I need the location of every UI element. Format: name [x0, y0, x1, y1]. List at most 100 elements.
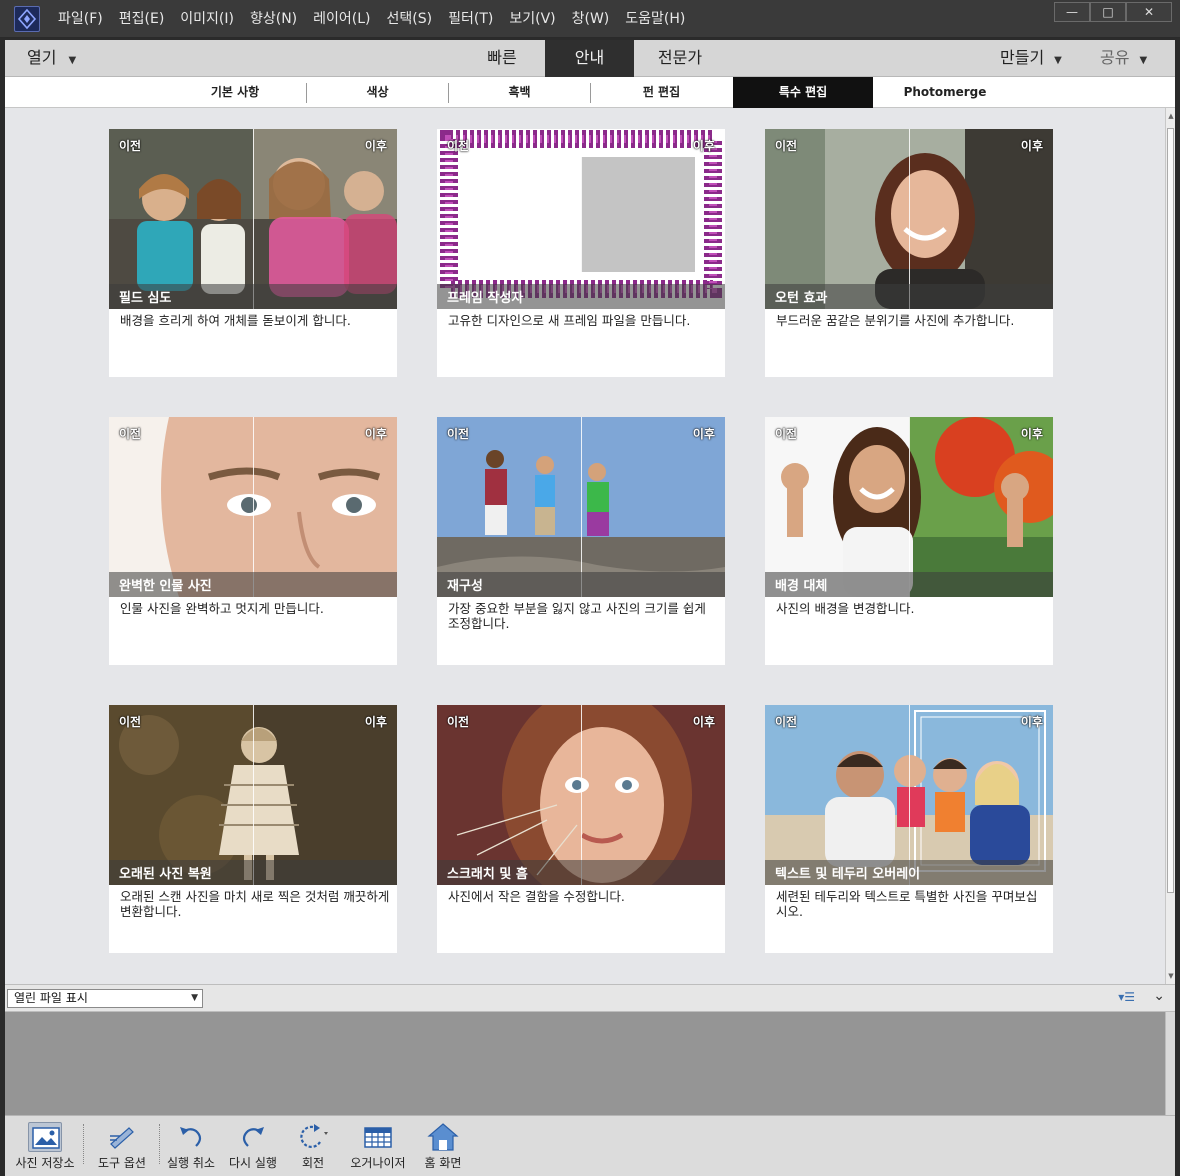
- photo-bin-area[interactable]: [5, 1012, 1165, 1115]
- scroll-up-icon[interactable]: ▲: [1166, 112, 1176, 120]
- minimize-button[interactable]: —: [1054, 2, 1090, 22]
- redo-label: 다시 실행: [229, 1156, 277, 1170]
- scrollbar-thumb[interactable]: [1167, 128, 1174, 893]
- close-button[interactable]: ✕: [1126, 2, 1172, 22]
- guided-edit-card-depth-of-field[interactable]: 이전 이후 필드 심도 배경을 흐리게 하여 개체를 돋보이게 합니다.: [109, 129, 397, 377]
- card-title: 텍스트 및 테두리 오버레이: [775, 867, 921, 882]
- toolbar-divider: [159, 1124, 160, 1164]
- organizer-icon: [361, 1122, 395, 1152]
- guided-edit-card-recompose[interactable]: 이전 이후 재구성 가장 중요한 부분을 잃지 않고 사진의 크기를 쉽게 조정…: [437, 417, 725, 665]
- subtab-basics[interactable]: 기본 사항: [165, 77, 305, 108]
- organizer-button[interactable]: 오거나이저: [343, 1116, 413, 1176]
- title-bar: 파일(F) 편집(E) 이미지(I) 향상(N) 레이어(L) 선택(S) 필터…: [0, 0, 1180, 38]
- before-label: 이전: [447, 715, 470, 729]
- bottom-toolbar: 사진 저장소 도구 옵션 실행 취소 다시 실행 회전 오거나이저 홈 화면: [5, 1115, 1175, 1176]
- rotate-button[interactable]: 회전: [285, 1116, 341, 1176]
- rotate-label: 회전: [301, 1156, 325, 1170]
- menu-bar: 파일(F) 편집(E) 이미지(I) 향상(N) 레이어(L) 선택(S) 필터…: [50, 0, 693, 38]
- maximize-button[interactable]: □: [1090, 2, 1126, 22]
- before-after-divider: [909, 417, 910, 597]
- menu-help[interactable]: 도움말(H): [617, 0, 693, 38]
- home-screen-button[interactable]: 홈 화면: [415, 1116, 471, 1176]
- chevron-down-icon: ▼: [68, 55, 77, 66]
- menu-file[interactable]: 파일(F): [50, 0, 111, 38]
- card-title: 오래된 사진 복원: [119, 867, 212, 882]
- photo-bin-button[interactable]: 사진 저장소: [5, 1116, 85, 1176]
- card-description: 사진에서 작은 결함을 수정합니다.: [448, 889, 625, 904]
- after-label: 이후: [1020, 139, 1043, 153]
- card-description: 부드러운 꿈같은 분위기를 사진에 추가합니다.: [776, 313, 1015, 328]
- after-label: 이후: [692, 427, 715, 441]
- card-description: 배경을 흐리게 하여 개체를 돋보이게 합니다.: [120, 313, 351, 328]
- before-after-divider: [253, 705, 254, 885]
- after-label: 이후: [692, 715, 715, 729]
- bin-scrollbar[interactable]: [1165, 1012, 1175, 1115]
- home-icon: [426, 1122, 460, 1152]
- guided-edit-card-perfect-portrait[interactable]: 이전 이후 완벽한 인물 사진 인물 사진을 완벽하고 멋지게 만듭니다.: [109, 417, 397, 665]
- redo-icon: [236, 1122, 270, 1152]
- guided-edit-card-replace-background[interactable]: 이전 이후 배경 대체 사진의 배경을 변경합니다.: [765, 417, 1053, 665]
- tab-guided[interactable]: 안내: [545, 40, 634, 77]
- before-after-divider: [909, 705, 910, 885]
- card-title: 재구성: [447, 579, 483, 594]
- guided-edit-card-frame-creator[interactable]: 이전 이후 프레임 작성자 고유한 디자인으로 새 프레임 파일을 만듭니다.: [437, 129, 725, 377]
- photo-bin-icon: [28, 1122, 62, 1152]
- create-button[interactable]: 만들기 ▼: [1000, 40, 1062, 76]
- card-title: 프레임 작성자: [447, 291, 524, 306]
- bin-options-icon[interactable]: ▾☰: [1118, 990, 1135, 1004]
- undo-button[interactable]: 실행 취소: [161, 1116, 221, 1176]
- menu-enhance[interactable]: 향상(N): [242, 0, 305, 38]
- before-after-divider: [581, 705, 582, 885]
- subtab-black-white[interactable]: 흑백: [449, 77, 590, 108]
- app-icon[interactable]: [14, 6, 40, 32]
- tab-expert[interactable]: 전문가: [635, 40, 725, 77]
- mode-bar: 열기 ▼ 빠른 안내 전문가 만들기 ▼ 공유 ▼: [5, 40, 1175, 77]
- menu-layer[interactable]: 레이어(L): [305, 0, 378, 38]
- bin-source-select[interactable]: 열린 파일 표시 ▼: [7, 989, 203, 1008]
- bin-source-value: 열린 파일 표시: [14, 991, 88, 1005]
- card-description: 오래된 스캔 사진을 마치 새로 찍은 것처럼 깨끗하게 변환합니다.: [120, 889, 390, 919]
- before-after-divider: [581, 129, 582, 309]
- menu-filter[interactable]: 필터(T): [440, 0, 501, 38]
- share-button[interactable]: 공유 ▼: [1100, 40, 1147, 76]
- after-label: 이후: [1020, 427, 1043, 441]
- card-description: 세련된 테두리와 텍스트로 특별한 사진을 꾸며보십시오.: [776, 889, 1038, 919]
- before-label: 이전: [119, 427, 142, 441]
- guided-edits-panel: 이전 이후 필드 심도 배경을 흐리게 하여 개체를 돋보이게 합니다. 이전 …: [5, 108, 1165, 984]
- before-label: 이전: [119, 139, 142, 153]
- chevron-down-icon: ▼: [1054, 55, 1062, 66]
- card-description: 인물 사진을 완벽하고 멋지게 만듭니다.: [120, 601, 324, 616]
- toolbar-divider: [83, 1124, 84, 1164]
- card-description: 가장 중요한 부분을 잃지 않고 사진의 크기를 쉽게 조정합니다.: [448, 601, 706, 631]
- open-button[interactable]: 열기 ▼: [27, 40, 76, 76]
- guided-edit-card-orton-effect[interactable]: 이전 이후 오턴 효과 부드러운 꿈같은 분위기를 사진에 추가합니다.: [765, 129, 1053, 377]
- after-label: 이후: [364, 139, 387, 153]
- menu-select[interactable]: 선택(S): [379, 0, 441, 38]
- subtab-color[interactable]: 색상: [307, 77, 448, 108]
- tab-quick[interactable]: 빠른: [460, 40, 544, 77]
- subtab-photomerge[interactable]: Photomerge: [874, 77, 1016, 108]
- tool-options-button[interactable]: 도구 옵션: [87, 1116, 157, 1176]
- menu-window[interactable]: 창(W): [564, 0, 618, 38]
- subtab-special-edits[interactable]: 특수 편집: [733, 77, 873, 108]
- before-label: 이전: [447, 139, 470, 153]
- before-label: 이전: [775, 139, 798, 153]
- card-title: 오턴 효과: [775, 291, 828, 306]
- card-description: 사진의 배경을 변경합니다.: [776, 601, 915, 616]
- guided-edit-card-scratches-blemishes[interactable]: 이전 이후 스크래치 및 흠 사진에서 작은 결함을 수정합니다.: [437, 705, 725, 953]
- menu-edit[interactable]: 편집(E): [111, 0, 173, 38]
- menu-image[interactable]: 이미지(I): [172, 0, 242, 38]
- before-after-divider: [253, 129, 254, 309]
- guided-edit-card-restore-old-photo[interactable]: 이전 이후 오래된 사진 복원 오래된 스캔 사진을 마치 새로 찍은 것처럼 …: [109, 705, 397, 953]
- collapse-chevron-icon[interactable]: ⌄: [1153, 988, 1165, 1004]
- scroll-down-icon[interactable]: ▼: [1166, 972, 1176, 980]
- create-label: 만들기: [1000, 48, 1045, 67]
- redo-button[interactable]: 다시 실행: [223, 1116, 283, 1176]
- card-title: 필드 심도: [119, 291, 172, 306]
- menu-view[interactable]: 보기(V): [501, 0, 563, 38]
- main-scrollbar[interactable]: ▲ ▼: [1165, 108, 1175, 984]
- guided-edit-card-text-border-overlay[interactable]: 이전 이후 텍스트 및 테두리 오버레이 세련된 테두리와 텍스트로 특별한 사…: [765, 705, 1053, 953]
- before-after-divider: [909, 129, 910, 309]
- subtab-fun-edits[interactable]: 펀 편집: [591, 77, 732, 108]
- tool-options-icon: [105, 1122, 139, 1152]
